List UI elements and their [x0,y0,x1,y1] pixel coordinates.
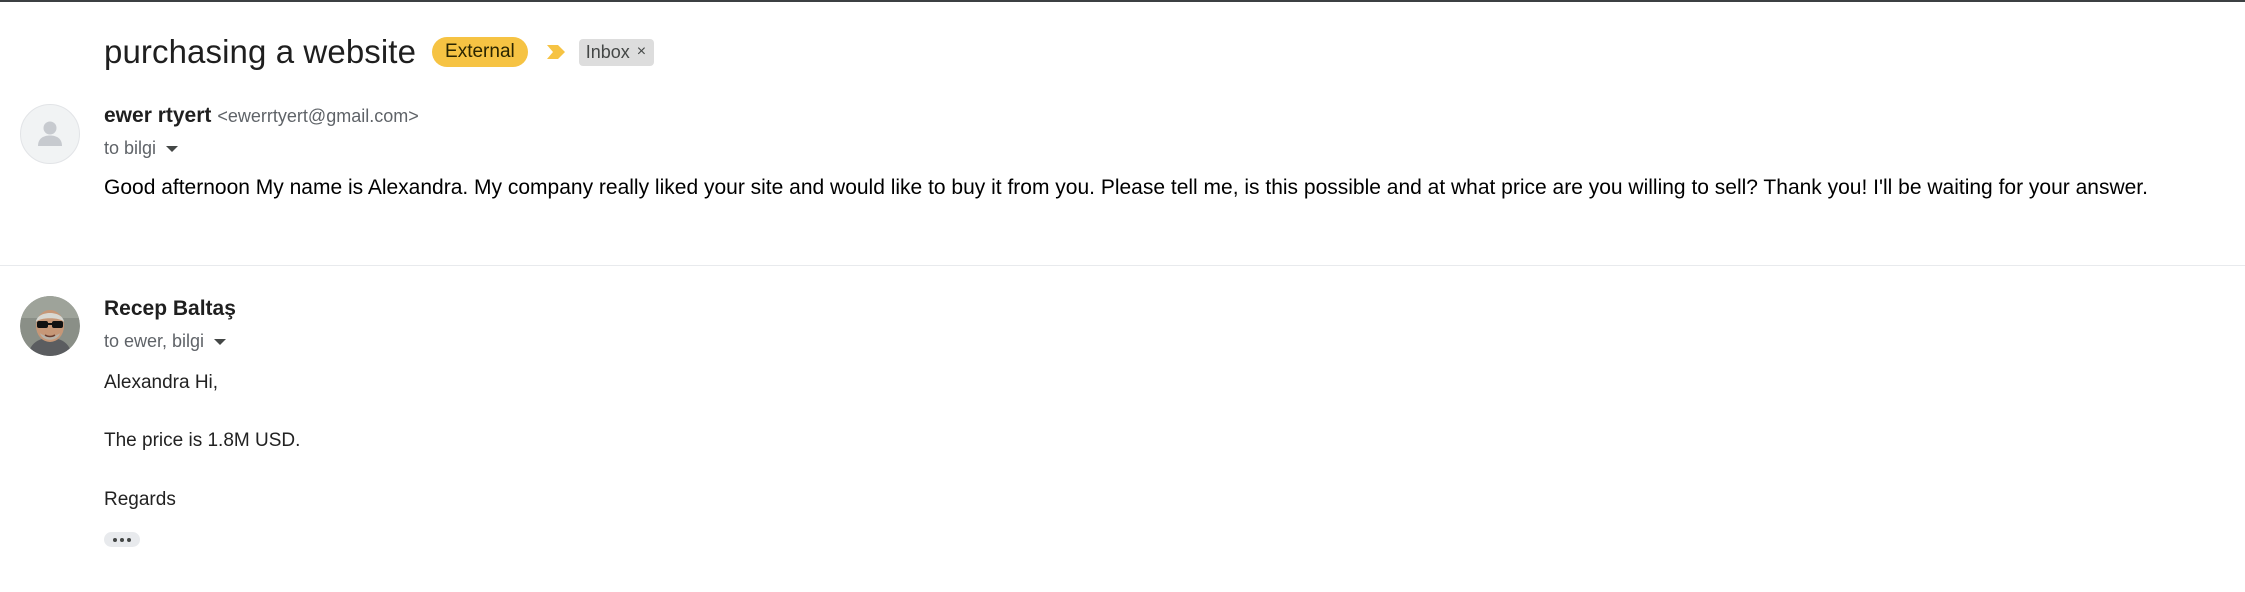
importance-marker-icon[interactable] [545,42,567,62]
message-2-price-line: The price is 1.8M USD. [104,430,301,451]
message-1-recipients[interactable]: to bilgi [104,138,179,159]
inbox-label-chip: Inbox × [578,38,655,66]
recipients-text: to bilgi [104,138,157,158]
message-divider [0,265,2245,266]
message-2-signoff: Regards [104,489,176,510]
thread-subject: purchasing a website [104,33,417,70]
person-icon [38,121,62,146]
ellipsis-icon [113,537,117,542]
remove-label-icon[interactable]: × [637,43,646,61]
message-2-recipients[interactable]: to ewer, bilgi [104,331,227,352]
subject-row: purchasing a website External Inbox × [104,30,655,74]
message-1-body: Good afternoon My name is Alexandra. My … [104,176,2148,199]
top-border [0,0,2245,2]
message-2-greeting: Alexandra Hi, [104,372,219,393]
sender-name[interactable]: ewer rtyert [104,104,211,128]
message-1-sender: ewer rtyert <ewerrtyert@gmail.com> [104,104,419,128]
sender-name[interactable]: Recep Baltaş [104,297,236,321]
show-trimmed-content-button[interactable] [104,532,140,547]
caret-down-icon[interactable] [166,145,179,152]
external-label-badge: External [432,37,528,67]
caret-down-icon[interactable] [214,338,227,345]
sender-avatar-default[interactable] [20,104,80,164]
profile-photo [20,296,80,356]
message-2-sender: Recep Baltaş [104,297,236,321]
recipients-text: to ewer, bilgi [104,331,205,351]
sender-avatar-photo[interactable] [20,296,80,356]
sender-email: <ewerrtyert@gmail.com> [217,106,419,126]
inbox-label-text: Inbox [585,41,630,62]
